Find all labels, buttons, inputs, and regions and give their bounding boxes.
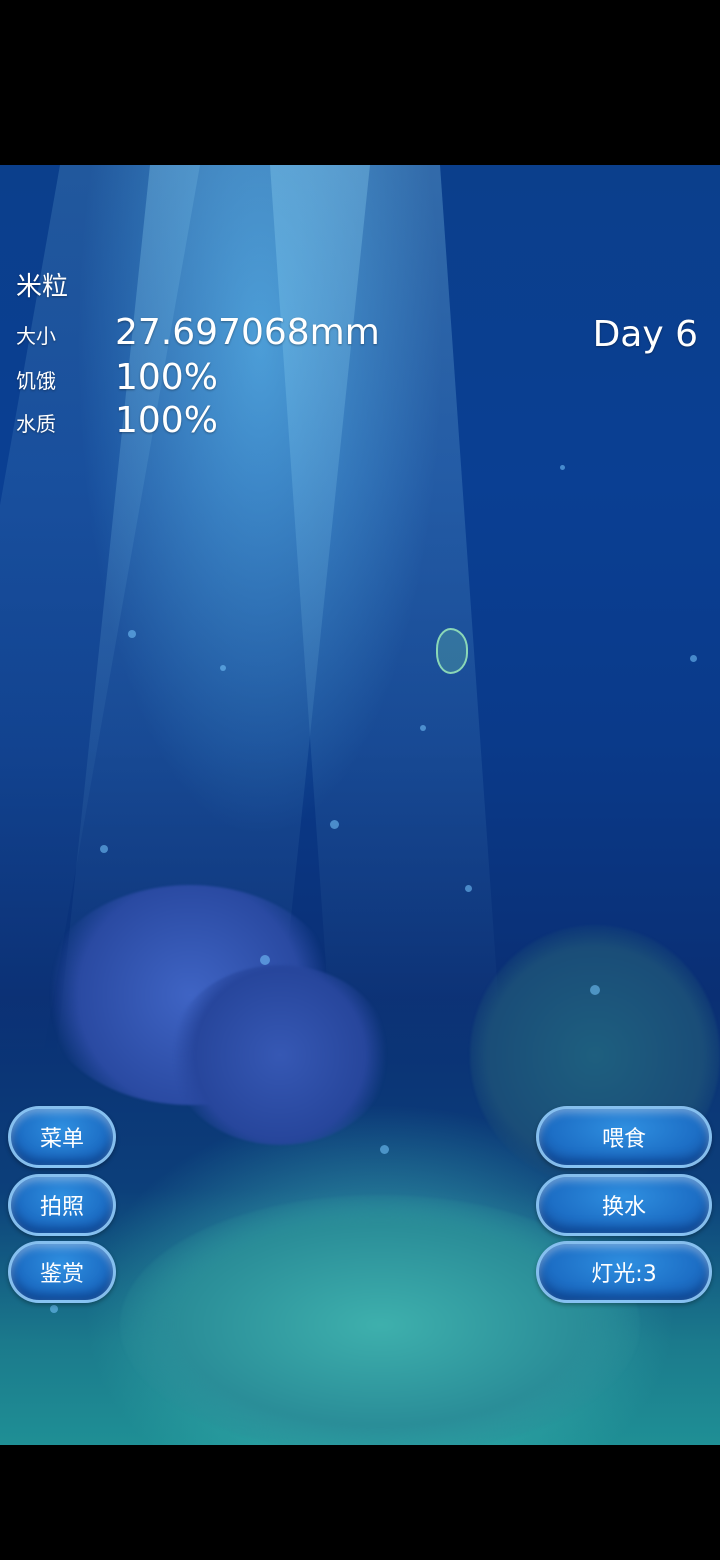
day-counter: Day 6 <box>592 314 698 355</box>
pet-name: 米粒 <box>16 272 69 302</box>
bubble <box>260 955 270 965</box>
photo-button[interactable]: 拍照 <box>8 1174 116 1236</box>
bubble <box>420 725 426 731</box>
light-button[interactable]: 灯光:3 <box>536 1241 712 1303</box>
bubble <box>590 985 600 995</box>
bottom-black-bar <box>0 1445 720 1560</box>
bubble <box>690 655 697 662</box>
feed-button[interactable]: 喂食 <box>536 1106 712 1168</box>
stat-label-hunger: 饥饿 <box>16 369 56 393</box>
bubble <box>560 465 565 470</box>
menu-button[interactable]: 菜单 <box>8 1106 116 1168</box>
stat-label-water-quality: 水质 <box>16 412 56 436</box>
bubble <box>128 630 136 638</box>
coral-left-2 <box>170 965 390 1145</box>
jellyfish-pet[interactable] <box>436 628 468 674</box>
bubble <box>330 820 339 829</box>
change-water-button[interactable]: 换水 <box>536 1174 712 1236</box>
bubble <box>380 1145 389 1154</box>
stat-value-hunger: 100% <box>115 357 218 398</box>
bubble <box>100 845 108 853</box>
stat-value-size: 27.697068mm <box>115 312 380 353</box>
gallery-button[interactable]: 鉴赏 <box>8 1241 116 1303</box>
bubble <box>50 1305 58 1313</box>
bubble <box>465 885 472 892</box>
stat-label-size: 大小 <box>16 324 56 348</box>
top-black-bar <box>0 0 720 165</box>
bubble <box>220 665 226 671</box>
stat-value-water-quality: 100% <box>115 400 218 441</box>
